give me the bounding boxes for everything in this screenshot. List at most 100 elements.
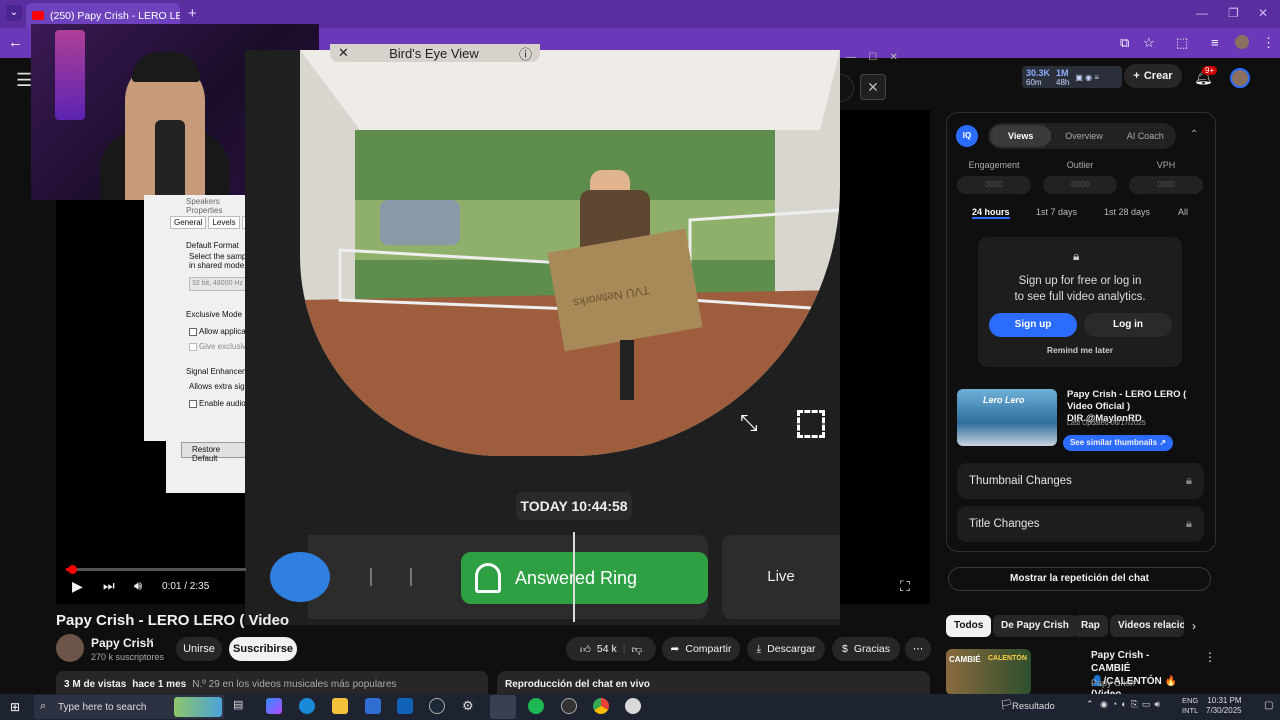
range-7-days[interactable]: 1st 7 days: [1036, 207, 1077, 217]
dialog-tab-levels[interactable]: Levels: [208, 216, 240, 229]
progress-scrubber[interactable]: [68, 565, 77, 574]
spotify-icon[interactable]: [528, 698, 544, 714]
ring-close-icon[interactable]: ✕: [338, 45, 349, 61]
language-indicator[interactable]: ENG INTL: [1182, 696, 1198, 716]
collapse-icon[interactable]: ⤡: [740, 410, 758, 436]
like-count[interactable]: 54 k: [597, 643, 617, 655]
chat-replay-header[interactable]: Reproducción del chat en vivo: [497, 671, 930, 695]
copilot-icon[interactable]: [266, 698, 282, 714]
fullscreen-toggle-icon[interactable]: ⛶: [900, 578, 910, 595]
vidiq-small-icon: ▣ ◉ ≡: [1075, 72, 1100, 82]
more-actions-icon[interactable]: ⋯: [905, 637, 931, 661]
range-24-hours[interactable]: 24 hours: [972, 207, 1010, 219]
range-28-days[interactable]: 1st 28 days: [1104, 207, 1150, 217]
chrome-icon[interactable]: [593, 698, 609, 714]
format-dropdown[interactable]: 32 bit, 48000 Hz: [189, 277, 249, 291]
play-icon[interactable]: ▶: [72, 578, 83, 595]
share-button[interactable]: ➦ Compartir: [662, 637, 740, 661]
chip-related-videos[interactable]: Videos relacio: [1110, 615, 1184, 637]
ring-minimize-icon[interactable]: —: [846, 52, 856, 68]
back-arrow-icon[interactable]: ←: [8, 34, 23, 51]
chip-rap[interactable]: Rap: [1073, 615, 1108, 637]
next-icon[interactable]: ⏭: [103, 578, 115, 594]
cast-icon[interactable]: ⧉: [1120, 35, 1129, 51]
video-thumbnail[interactable]: Lero Lero: [957, 389, 1057, 446]
maximize-icon[interactable]: ❐: [1228, 6, 1239, 20]
show-chat-replay-button[interactable]: Mostrar la repetición del chat: [948, 567, 1211, 591]
chevron-up-icon[interactable]: ⌃: [1190, 129, 1198, 140]
bookmark-star-icon[interactable]: ☆: [1143, 35, 1155, 51]
chip-from-channel[interactable]: De Papy Crish: [993, 615, 1077, 637]
store-icon[interactable]: [365, 698, 381, 714]
live-button[interactable]: Live: [722, 535, 840, 619]
channel-name[interactable]: Papy Crish: [91, 636, 154, 650]
tray-icons[interactable]: ◉◔◐⎘▭🔊︎: [1100, 699, 1164, 710]
description-box[interactable]: 3 M de vistas hace 1 mes N.º 29 en los v…: [56, 671, 488, 695]
recommended-channel[interactable]: Papy Crish: [1091, 678, 1135, 688]
close-window-icon[interactable]: ✕: [1258, 6, 1268, 20]
more-options-icon[interactable]: ⋮: [1204, 650, 1216, 664]
info-icon[interactable]: ⓘ: [519, 44, 532, 63]
profile-avatar[interactable]: [1235, 35, 1249, 49]
minimize-icon[interactable]: —: [1196, 6, 1208, 20]
active-app-icon[interactable]: [490, 695, 516, 719]
settings-gear-icon[interactable]: ⚙: [462, 698, 478, 714]
taskbar-weather[interactable]: Resultado: [1012, 701, 1055, 712]
ring-maximize-icon[interactable]: ☐: [868, 52, 877, 68]
remind-later-link[interactable]: Remind me later: [978, 345, 1182, 355]
ring-close-window-icon[interactable]: ✕: [889, 52, 897, 68]
notification-center-icon[interactable]: ▢: [1264, 700, 1273, 711]
motion-event-marker[interactable]: [270, 552, 330, 602]
extensions-icon[interactable]: ⬚: [1176, 35, 1188, 51]
allow-apps-checkbox[interactable]: Allow applica: [189, 327, 246, 336]
tab-search-icon[interactable]: ⌄: [6, 5, 22, 21]
restore-default-button[interactable]: Restore Default: [181, 442, 251, 463]
taskbar-clock[interactable]: 10:31 PM 7/30/2025: [1206, 696, 1242, 716]
login-button[interactable]: Log in: [1084, 313, 1172, 337]
channel-avatar[interactable]: [56, 634, 84, 662]
recommended-thumbnail[interactable]: CAMBIÉ CALENTÓN: [946, 649, 1031, 695]
chevron-right-icon[interactable]: ›: [1192, 619, 1196, 633]
see-similar-thumbnails-button[interactable]: See similar thumbnails ↗: [1063, 435, 1173, 451]
dialog-tab-general[interactable]: General: [170, 216, 207, 229]
progress-track[interactable]: [66, 568, 246, 571]
task-view-icon[interactable]: ▤: [233, 698, 249, 714]
join-button[interactable]: Unirse: [176, 637, 222, 661]
thanks-button[interactable]: $ Gracias: [832, 637, 900, 661]
browser-menu-icon[interactable]: ⋮: [1262, 35, 1275, 51]
answered-ring-event[interactable]: Answered Ring: [461, 552, 708, 604]
close-overlay-icon[interactable]: ✕: [860, 74, 886, 100]
obs-icon[interactable]: [561, 698, 577, 714]
tab-views[interactable]: Views: [990, 125, 1052, 147]
outlook-icon[interactable]: [397, 698, 413, 714]
thumbnail-changes-row[interactable]: Thumbnail Changes 🔒︎: [957, 463, 1204, 499]
edge-icon[interactable]: [299, 698, 315, 714]
title-changes-row[interactable]: Title Changes 🔒︎: [957, 506, 1204, 542]
range-all[interactable]: All: [1178, 207, 1188, 217]
reading-list-icon[interactable]: ≡: [1211, 35, 1219, 50]
new-tab-button[interactable]: +: [188, 5, 197, 22]
enable-audio-checkbox[interactable]: Enable audio: [189, 399, 246, 408]
create-button[interactable]: + Crear: [1124, 64, 1182, 88]
file-explorer-icon[interactable]: [332, 698, 348, 714]
chip-all[interactable]: Todos: [946, 615, 992, 637]
tab-overview[interactable]: Overview: [1053, 125, 1114, 147]
timeline-playhead[interactable]: [573, 532, 575, 622]
download-button[interactable]: ⤓ Descargar: [747, 637, 825, 661]
tab-ai-coach[interactable]: AI Coach: [1115, 125, 1176, 147]
give-exclusive-checkbox[interactable]: Give exclusiv: [189, 342, 246, 351]
windows-start-icon[interactable]: ⊞: [10, 700, 20, 714]
vidiq-stats-badge[interactable]: 30.3K 60m 1M 48h ▣ ◉ ≡: [1022, 66, 1122, 88]
volume-icon[interactable]: 🔊︎: [134, 578, 142, 594]
signup-button[interactable]: Sign up: [989, 313, 1077, 337]
tray-chevron-icon[interactable]: ⌃: [1086, 699, 1094, 710]
like-icon[interactable]: 👍︎: [580, 643, 591, 656]
hamburger-menu-icon[interactable]: ☰: [16, 70, 32, 91]
dislike-icon[interactable]: 👎︎: [631, 643, 642, 656]
download-icon: ⤓: [756, 642, 762, 655]
tray-app-icon[interactable]: [625, 698, 641, 714]
fullscreen-icon[interactable]: [797, 410, 825, 438]
avatar[interactable]: [1230, 68, 1250, 88]
steam-icon[interactable]: [429, 698, 445, 714]
subscribe-button[interactable]: Suscribirse: [229, 637, 297, 661]
